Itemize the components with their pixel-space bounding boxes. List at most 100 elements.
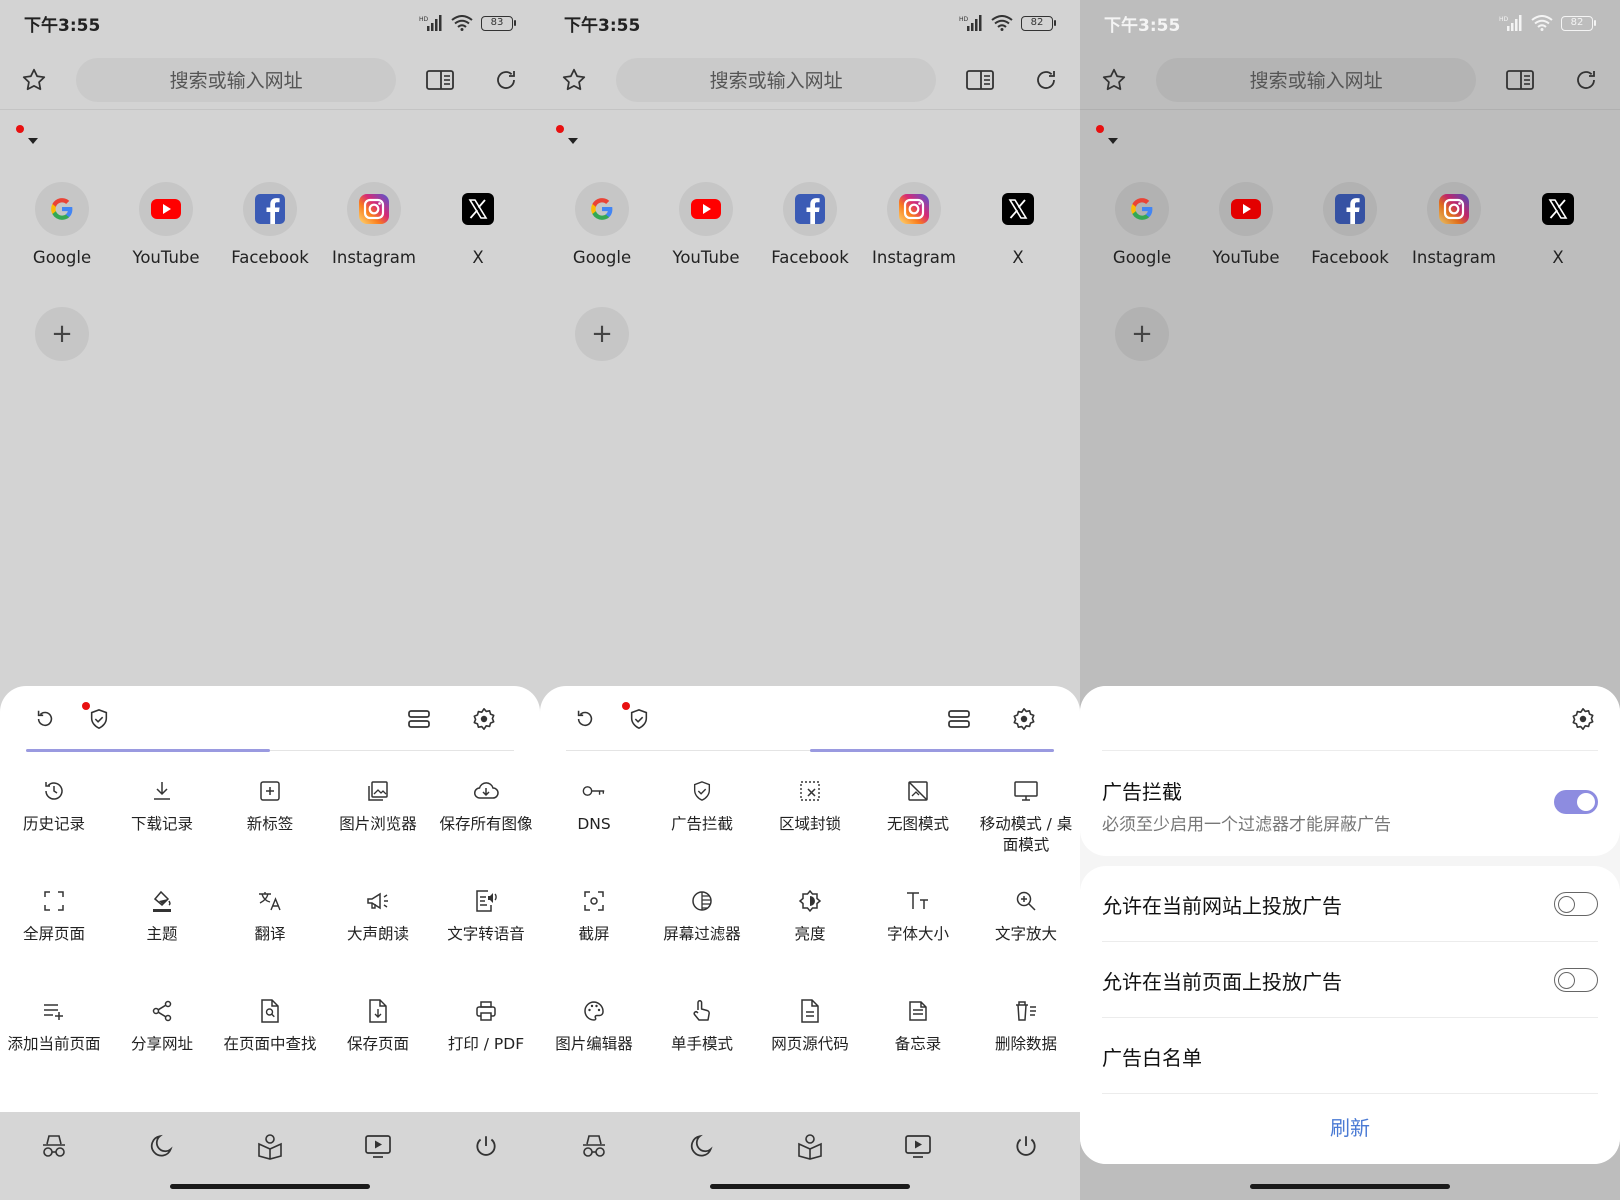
save-page-icon bbox=[365, 998, 391, 1024]
search-input[interactable]: 搜索或输入网址 bbox=[1155, 57, 1477, 102]
refresh-icon[interactable] bbox=[1570, 64, 1602, 96]
status-time: 下午3:55 bbox=[24, 15, 101, 36]
menu-item-one-hand[interactable]: 单手模式 bbox=[648, 998, 756, 1108]
menu-item-screen-filter[interactable]: 屏幕过滤器 bbox=[648, 888, 756, 998]
menu-item-zoom-text[interactable]: 文字放大 bbox=[972, 888, 1080, 998]
menu-item-screenshot[interactable]: 截屏 bbox=[540, 888, 648, 998]
add-shortcut-button[interactable]: + bbox=[1115, 307, 1169, 361]
allow-page-ads-row[interactable]: 允许在当前页面上投放广告 bbox=[1102, 942, 1598, 1018]
reader-mode-icon[interactable] bbox=[1504, 64, 1536, 96]
svg-text:HD: HD bbox=[1499, 16, 1509, 23]
search-input[interactable]: 搜索或输入网址 bbox=[75, 57, 397, 102]
night-mode-icon[interactable] bbox=[146, 1130, 178, 1162]
shortcut-facebook[interactable]: Facebook bbox=[218, 182, 322, 267]
shortcut-instagram[interactable]: Instagram bbox=[862, 182, 966, 267]
reader-mode-icon[interactable] bbox=[964, 64, 996, 96]
shortcut-youtube[interactable]: YouTube bbox=[654, 182, 758, 267]
allow-page-ads-toggle[interactable] bbox=[1554, 968, 1598, 992]
menu-item-read-aloud[interactable]: 大声朗读 bbox=[324, 888, 432, 998]
reading-list-icon[interactable] bbox=[254, 1130, 286, 1162]
menu-item-text-to-speech[interactable]: 文字转语音 bbox=[432, 888, 540, 998]
menu-item-fullscreen[interactable]: 全屏页面 bbox=[0, 888, 108, 998]
ad-block-toggle[interactable] bbox=[1554, 790, 1598, 814]
menu-item-no-image[interactable]: 无图模式 bbox=[864, 778, 972, 888]
menu-item-area-block[interactable]: 区域封锁 bbox=[756, 778, 864, 888]
menu-item-save-page[interactable]: 保存页面 bbox=[324, 998, 432, 1108]
menu-item-add-page[interactable]: 添加当前页面 bbox=[0, 998, 108, 1108]
search-input[interactable]: 搜索或输入网址 bbox=[615, 57, 937, 102]
gear-icon[interactable] bbox=[469, 704, 499, 734]
menu-item-theme[interactable]: 主题 bbox=[108, 888, 216, 998]
desktop-mode-icon bbox=[1013, 778, 1039, 804]
menu-item-new-tab[interactable]: 新标签 bbox=[216, 778, 324, 888]
menu-item-brightness[interactable]: 亮度 bbox=[756, 888, 864, 998]
page-indicator bbox=[26, 749, 270, 752]
menu-item-find-in-page[interactable]: 在页面中查找 bbox=[216, 998, 324, 1108]
gear-icon[interactable] bbox=[1568, 704, 1598, 734]
reading-list-icon[interactable] bbox=[794, 1130, 826, 1162]
menu-item-delete-data[interactable]: 删除数据 bbox=[972, 998, 1080, 1108]
menu-item-source-code[interactable]: 网页源代码 bbox=[756, 998, 864, 1108]
menu-item-save-images[interactable]: 保存所有图像 bbox=[432, 778, 540, 888]
shortcut-google[interactable]: Google bbox=[1090, 182, 1194, 267]
menu-item-image-editor[interactable]: 图片编辑器 bbox=[540, 998, 648, 1108]
gear-icon[interactable] bbox=[1009, 704, 1039, 734]
add-shortcut-button[interactable]: + bbox=[35, 307, 89, 361]
menu-item-desktop-mode[interactable]: 移动模式 / 桌面模式 bbox=[972, 778, 1080, 888]
incognito-icon[interactable] bbox=[38, 1130, 70, 1162]
shortcut-x[interactable]: X bbox=[966, 182, 1070, 267]
night-mode-icon[interactable] bbox=[686, 1130, 718, 1162]
shortcut-facebook[interactable]: Facebook bbox=[758, 182, 862, 267]
allow-site-ads-row[interactable]: 允许在当前网站上投放广告 bbox=[1102, 866, 1598, 942]
shield-icon[interactable] bbox=[624, 704, 654, 734]
shield-icon[interactable] bbox=[84, 704, 114, 734]
shortcut-label: Google bbox=[32, 248, 92, 267]
caret-down-icon[interactable] bbox=[28, 138, 38, 144]
menu-item-ad-block[interactable]: 广告拦截 bbox=[648, 778, 756, 888]
caret-down-icon[interactable] bbox=[568, 138, 578, 144]
reader-mode-icon[interactable] bbox=[424, 64, 456, 96]
shortcut-x[interactable]: X bbox=[426, 182, 530, 267]
menu-item-font-size[interactable]: 字体大小 bbox=[864, 888, 972, 998]
caret-down-icon[interactable] bbox=[1108, 138, 1118, 144]
shortcut-google[interactable]: Google bbox=[550, 182, 654, 267]
shortcut-instagram[interactable]: Instagram bbox=[322, 182, 426, 267]
allow-site-ads-toggle[interactable] bbox=[1554, 892, 1598, 916]
ad-block-subtitle: 必须至少启用一个过滤器才能屏蔽广告 bbox=[1102, 815, 1391, 835]
menu-item-image-browser[interactable]: 图片浏览器 bbox=[324, 778, 432, 888]
reset-icon[interactable] bbox=[570, 704, 600, 734]
bookmark-star-icon[interactable] bbox=[558, 64, 590, 96]
incognito-icon[interactable] bbox=[578, 1130, 610, 1162]
media-play-icon[interactable] bbox=[362, 1130, 394, 1162]
bookmark-star-icon[interactable] bbox=[1098, 64, 1130, 96]
shortcut-facebook[interactable]: Facebook bbox=[1298, 182, 1402, 267]
menu-item-translate[interactable]: 翻译 bbox=[216, 888, 324, 998]
menu-item-print[interactable]: 打印 / PDF bbox=[432, 998, 540, 1108]
refresh-icon[interactable] bbox=[1030, 64, 1062, 96]
shortcut-x[interactable]: X bbox=[1506, 182, 1610, 267]
layout-toggle-icon[interactable] bbox=[944, 704, 974, 734]
shortcut-youtube[interactable]: YouTube bbox=[1194, 182, 1298, 267]
layout-toggle-icon[interactable] bbox=[404, 704, 434, 734]
menu-item-memo[interactable]: 备忘录 bbox=[864, 998, 972, 1108]
ad-whitelist-row[interactable]: 广告白名单 bbox=[1102, 1018, 1598, 1094]
wifi-icon bbox=[1531, 15, 1553, 31]
add-shortcut-button[interactable]: + bbox=[575, 307, 629, 361]
bookmark-star-icon[interactable] bbox=[18, 64, 50, 96]
menu-item-history[interactable]: 历史记录 bbox=[0, 778, 108, 888]
shortcut-google[interactable]: Google bbox=[10, 182, 114, 267]
shortcut-youtube[interactable]: YouTube bbox=[114, 182, 218, 267]
refresh-button[interactable]: 刷新 bbox=[1080, 1112, 1620, 1141]
shortcut-instagram[interactable]: Instagram bbox=[1402, 182, 1506, 267]
power-icon[interactable] bbox=[470, 1130, 502, 1162]
facebook-icon bbox=[795, 194, 825, 224]
media-play-icon[interactable] bbox=[902, 1130, 934, 1162]
reset-icon[interactable] bbox=[30, 704, 60, 734]
shortcut-grid: Google YouTube Facebook Instagram X bbox=[10, 182, 530, 267]
menu-item-dns[interactable]: DNS bbox=[540, 778, 648, 888]
refresh-icon[interactable] bbox=[490, 64, 522, 96]
x-icon bbox=[1542, 193, 1574, 225]
menu-item-downloads[interactable]: 下载记录 bbox=[108, 778, 216, 888]
menu-item-share[interactable]: 分享网址 bbox=[108, 998, 216, 1108]
power-icon[interactable] bbox=[1010, 1130, 1042, 1162]
